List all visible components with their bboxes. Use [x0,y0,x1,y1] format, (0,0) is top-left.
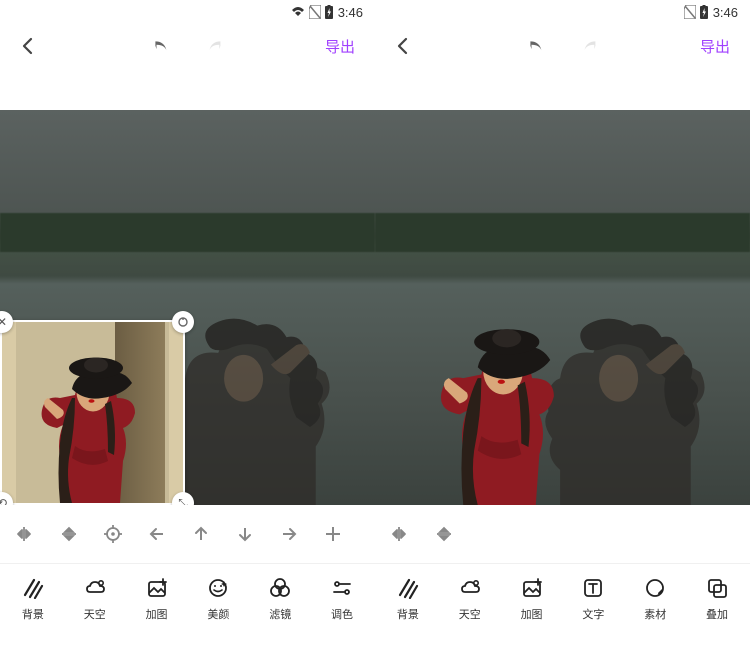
tool-label: 素材 [644,606,666,622]
tool-label: 文字 [582,606,604,622]
export-button[interactable]: 导出 [690,30,740,63]
tool-label: 背景 [22,606,44,622]
chevron-left-icon [393,36,413,56]
no-sim-icon [684,5,696,19]
tool-background[interactable]: 背景 [3,575,63,622]
back-button[interactable] [10,28,46,64]
center-button[interactable] [98,519,128,549]
overlay-icon [704,575,730,601]
tool-text[interactable]: 文字 [563,575,623,622]
battery-charging-icon [325,5,334,20]
color-adjust-icon [329,575,355,601]
tool-sky[interactable]: 天空 [440,575,500,622]
flip-vertical-button[interactable] [429,519,459,549]
background-icon [20,575,46,601]
redo-icon [580,37,600,55]
tool-label: 背景 [397,606,419,622]
undo-icon [526,37,546,55]
bottom-toolbar: 背景 天空 加图 文字 素材 叠加 [375,563,750,635]
canvas-area[interactable]: ✕ ⟲ ⤡ [0,110,375,505]
overlay-handle-edit[interactable] [172,311,194,333]
nudge-up-button[interactable] [186,519,216,549]
chevron-left-icon [18,36,38,56]
undo-button[interactable] [143,28,179,64]
tool-label: 天空 [459,606,481,622]
bottom-toolbar: 背景 天空 加图 美颜 滤镜 调色 [0,563,375,635]
overlay-handle-rotate[interactable]: ⟲ [0,492,13,505]
overlay-person[interactable] [427,305,572,505]
tool-label: 滤镜 [269,606,291,622]
text-icon [580,575,606,601]
sky-icon [82,575,108,601]
tool-beauty[interactable]: 美颜 [188,575,248,622]
overlay-person[interactable] [30,328,150,503]
filter-icon [267,575,293,601]
tool-background[interactable]: 背景 [378,575,438,622]
top-nav: 导出 [0,24,375,68]
tool-label: 美颜 [207,606,229,622]
tool-label: 叠加 [706,606,728,622]
tool-label: 调色 [331,606,353,622]
tool-add-image[interactable]: 加图 [502,575,562,622]
tool-add-image[interactable]: 加图 [127,575,187,622]
clock: 3:46 [713,5,738,20]
redo-button[interactable] [572,28,608,64]
wifi-icon [291,6,305,18]
sticker-icon [642,575,668,601]
clock: 3:46 [338,5,363,20]
export-button[interactable]: 导出 [315,30,365,63]
flip-horizontal-button[interactable] [10,519,40,549]
tool-filter[interactable]: 滤镜 [250,575,310,622]
sky-icon [457,575,483,601]
nudge-left-button[interactable] [142,519,172,549]
transform-toolbar [0,505,375,563]
battery-charging-icon [700,5,709,20]
tool-color-adjust[interactable]: 调色 [312,575,372,622]
no-sim-icon [309,5,321,19]
nudge-down-button[interactable] [230,519,260,549]
zoom-in-button[interactable] [318,519,348,549]
status-bar: 3:46 [375,0,750,24]
tool-sticker[interactable]: 素材 [625,575,685,622]
top-nav: 导出 [375,24,750,68]
undo-button[interactable] [518,28,554,64]
background-icon [395,575,421,601]
canvas-area[interactable] [375,110,750,505]
add-image-icon [144,575,170,601]
undo-icon [151,37,171,55]
tool-label: 天空 [84,606,106,622]
add-image-icon [519,575,545,601]
nudge-right-button[interactable] [274,519,304,549]
status-bar: 3:46 [0,0,375,24]
redo-icon [205,37,225,55]
tool-label: 加图 [521,606,543,622]
tool-sky[interactable]: 天空 [65,575,125,622]
tool-label: 加图 [146,606,168,622]
tool-overlay[interactable]: 叠加 [687,575,747,622]
overlay-layer-frame[interactable]: ✕ ⟲ ⤡ [0,320,185,505]
flip-horizontal-button[interactable] [385,519,415,549]
back-button[interactable] [385,28,421,64]
flip-vertical-button[interactable] [54,519,84,549]
transform-toolbar [375,505,750,563]
beauty-icon [205,575,231,601]
redo-button[interactable] [197,28,233,64]
